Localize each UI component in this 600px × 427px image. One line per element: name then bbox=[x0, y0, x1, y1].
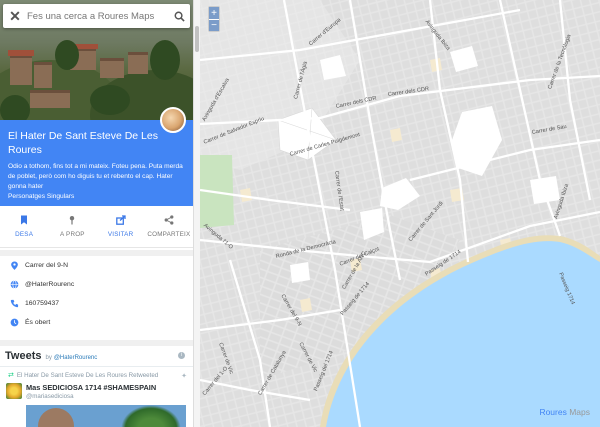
phone-text: 160759437 bbox=[25, 300, 60, 307]
tweet-media[interactable] bbox=[26, 405, 186, 427]
action-bar: DESA A PROP VISITAR COMPARTEIX bbox=[0, 206, 193, 248]
place-panel: ✕ El Hater De Sant Esteve De Les Roures … bbox=[0, 0, 193, 427]
photo-house bbox=[128, 52, 148, 74]
tweets-header: Tweets by @HaterRourenc i bbox=[0, 346, 193, 366]
retweet-row: ⇄ El Hater De Sant Esteve De Les Roures … bbox=[8, 371, 159, 380]
website-text: @HaterRourenc bbox=[25, 281, 75, 288]
avatar[interactable] bbox=[160, 107, 186, 133]
location-pin-icon bbox=[11, 261, 18, 270]
zoom-controls: + − bbox=[208, 6, 220, 32]
visit-button[interactable]: VISITAR bbox=[97, 206, 145, 247]
sidebar-scrollbar[interactable] bbox=[193, 0, 200, 427]
brand-name-part2: Maps bbox=[566, 407, 590, 417]
nearby-button-label: A PROP bbox=[60, 231, 85, 238]
photo-house bbox=[30, 90, 70, 108]
tweet-avatar[interactable] bbox=[6, 383, 22, 399]
map-brand-logo: Roures Maps bbox=[539, 407, 590, 417]
bookmark-icon bbox=[21, 215, 28, 225]
nearby-button[interactable]: A PROP bbox=[48, 206, 96, 247]
place-header: El Hater De Sant Esteve De Les Roures Od… bbox=[0, 120, 193, 206]
photo-house bbox=[34, 62, 52, 88]
tweets-handle[interactable]: @HaterRourenc bbox=[54, 355, 97, 361]
photo-house bbox=[10, 55, 32, 85]
tweet-author-name[interactable]: Mas SEDICIOSA 1714 #SHAMESPAIN bbox=[26, 383, 156, 392]
share-icon bbox=[164, 215, 174, 225]
globe-icon bbox=[10, 280, 19, 289]
phone-icon bbox=[10, 299, 19, 308]
hours-row[interactable]: És obert bbox=[0, 313, 193, 332]
retweet-text: El Hater De Sant Esteve De Les Roures Re… bbox=[16, 371, 159, 379]
close-icon[interactable]: ✕ bbox=[3, 4, 27, 28]
twitter-bird-icon: ✦ bbox=[181, 373, 187, 380]
visit-button-label: VISITAR bbox=[107, 231, 134, 238]
zoom-out-button[interactable]: − bbox=[209, 19, 219, 31]
photo-roof bbox=[8, 50, 34, 56]
search-input[interactable] bbox=[27, 5, 168, 27]
website-row[interactable]: @HaterRourenc bbox=[0, 275, 193, 294]
save-button[interactable]: DESA bbox=[0, 206, 48, 247]
search-icon[interactable] bbox=[168, 4, 190, 28]
address-row[interactable]: Carrer del 9-N bbox=[0, 256, 193, 275]
hours-text: És obert bbox=[25, 319, 51, 326]
photo-tree bbox=[55, 40, 79, 70]
tweet-card[interactable]: ⇄ El Hater De Sant Esteve De Les Roures … bbox=[0, 366, 193, 427]
share-button-label: COMPARTEIX bbox=[147, 231, 191, 238]
pin-icon bbox=[70, 216, 75, 225]
zoom-in-button[interactable]: + bbox=[209, 7, 219, 19]
photo-house bbox=[100, 58, 124, 78]
map-canvas[interactable]: Avinguda Ibiza Carrer d'Europa Avinguda … bbox=[200, 0, 600, 427]
media-palm bbox=[121, 405, 181, 427]
address-text: Carrer del 9-N bbox=[25, 262, 69, 269]
place-description: Odio a tothom, fins tot a mi mateix. Fot… bbox=[8, 163, 183, 190]
place-category[interactable]: Personatges Singulars bbox=[8, 192, 185, 202]
place-details: Carrer del 9-N @HaterRourenc 160759437 É… bbox=[0, 256, 193, 332]
retweet-icon: ⇄ bbox=[8, 372, 14, 379]
tweets-by: by bbox=[45, 354, 52, 361]
tweets-title: Tweets bbox=[5, 350, 42, 362]
photo-tree bbox=[0, 95, 30, 120]
media-face bbox=[38, 408, 74, 427]
save-button-label: DESA bbox=[15, 231, 34, 238]
tweet-author-handle[interactable]: @mariasediciosa bbox=[26, 393, 74, 400]
scrollbar-thumb[interactable] bbox=[195, 26, 199, 52]
brand-name-part1: Roures bbox=[539, 407, 567, 417]
search-bar: ✕ bbox=[3, 4, 190, 28]
phone-row[interactable]: 160759437 bbox=[0, 294, 193, 313]
divider bbox=[0, 250, 193, 256]
place-title: El Hater De Sant Esteve De Les Roures bbox=[8, 130, 158, 156]
share-button[interactable]: COMPARTEIX bbox=[145, 206, 193, 247]
photo-tree bbox=[150, 40, 180, 80]
share-arrow-icon bbox=[115, 215, 126, 225]
clock-icon bbox=[10, 318, 19, 327]
map-base bbox=[200, 0, 600, 427]
info-icon[interactable]: i bbox=[178, 352, 185, 359]
photo-tree bbox=[90, 85, 130, 115]
